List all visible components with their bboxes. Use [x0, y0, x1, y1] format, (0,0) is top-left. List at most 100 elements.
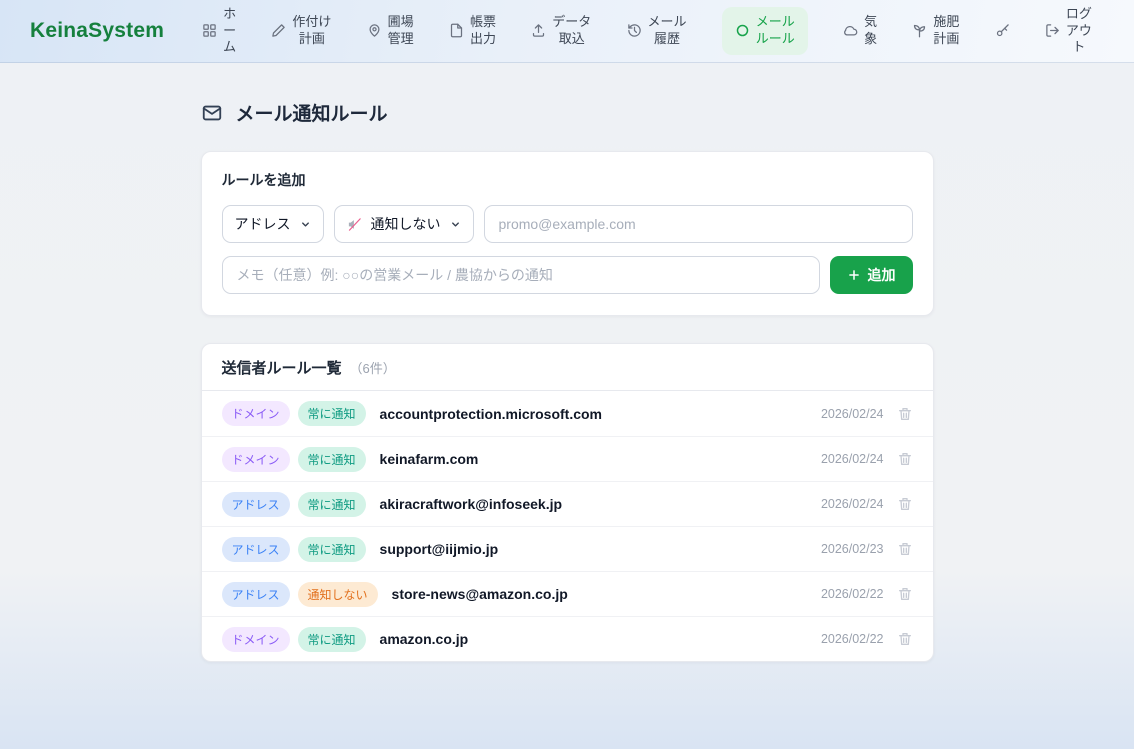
main-nav: ホ ー ム 作付け 計画 圃場 管理 帳票 出力 データ 取込: [202, 6, 1092, 57]
nav-item-label: メール 履歴: [648, 14, 687, 48]
rule-date: 2026/02/24: [821, 497, 884, 511]
nav-item-label: 気 象: [864, 14, 877, 48]
trash-icon: [897, 406, 913, 422]
delete-rule-button[interactable]: [897, 631, 913, 647]
add-rule-heading: ルールを追加: [222, 170, 913, 190]
envelope-icon: [201, 102, 223, 124]
brand-logo: KeinaSystem: [30, 19, 164, 43]
nav-item-mail-history[interactable]: メール 履歴: [627, 14, 687, 48]
rule-row: アドレス 通知しない store-news@amazon.co.jp 2026/…: [202, 571, 933, 616]
trash-icon: [897, 586, 913, 602]
sender-rules-card: 送信者ルール一覧 （6件） ドメイン 常に通知 accountprotectio…: [201, 343, 934, 662]
rule-date: 2026/02/22: [821, 632, 884, 646]
rule-type-badge: ドメイン: [222, 627, 290, 652]
nav-item-planting-plan[interactable]: 作付け 計画: [271, 14, 331, 48]
rule-action-badge: 常に通知: [298, 537, 366, 562]
plus-icon: [847, 268, 861, 282]
delete-rule-button[interactable]: [897, 406, 913, 422]
chevron-down-icon: [300, 219, 311, 230]
rule-row: ドメイン 常に通知 keinafarm.com 2026/02/24: [202, 436, 933, 481]
rule-type-badge: アドレス: [222, 537, 290, 562]
top-navigation-bar: KeinaSystem ホ ー ム 作付け 計画 圃場 管理 帳票 出力: [0, 0, 1134, 63]
trash-icon: [897, 451, 913, 467]
rule-action-select[interactable]: 通知しない: [334, 205, 474, 243]
rule-date: 2026/02/23: [821, 542, 884, 556]
add-rule-button[interactable]: 追加: [830, 256, 913, 294]
rule-row: アドレス 常に通知 akiracraftwork@infoseek.jp 202…: [202, 481, 933, 526]
pencil-icon: [271, 23, 286, 38]
nav-item-data-import[interactable]: データ 取込: [531, 14, 591, 48]
delete-rule-button[interactable]: [897, 541, 913, 557]
nav-item-label: ホ ー ム: [223, 6, 236, 57]
rule-row: ドメイン 常に通知 amazon.co.jp 2026/02/22: [202, 616, 933, 661]
grid-icon: [202, 23, 217, 38]
chevron-down-icon: [450, 219, 461, 230]
nav-item-label: 圃場 管理: [388, 14, 414, 48]
rule-pattern: akiracraftwork@infoseek.jp: [380, 496, 563, 512]
page-header: メール通知ルール: [201, 99, 934, 126]
rule-type-badge: アドレス: [222, 492, 290, 517]
add-rule-button-label: 追加: [868, 265, 896, 285]
nav-item-label: 帳票 出力: [470, 14, 496, 48]
nav-item-label: メール ルール: [756, 14, 795, 48]
sprout-icon: [912, 23, 927, 38]
trash-icon: [897, 631, 913, 647]
rule-type-select-value: アドレス: [235, 214, 291, 234]
nav-item-home[interactable]: ホ ー ム: [202, 6, 236, 57]
sender-rules-count: （6件）: [350, 358, 396, 377]
cloud-icon: [843, 23, 858, 38]
rule-action-select-value: 通知しない: [371, 214, 441, 234]
nav-item-label: 施肥 計画: [933, 14, 959, 48]
history-icon: [627, 23, 642, 38]
rule-action-badge: 常に通知: [298, 627, 366, 652]
upload-icon: [531, 23, 546, 38]
email-pattern-input[interactable]: [484, 205, 913, 243]
rule-date: 2026/02/22: [821, 587, 884, 601]
rule-date: 2026/02/24: [821, 407, 884, 421]
sender-rules-header: 送信者ルール一覧 （6件）: [202, 344, 933, 391]
memo-input[interactable]: [222, 256, 820, 294]
delete-rule-button[interactable]: [897, 496, 913, 512]
rule-pattern: store-news@amazon.co.jp: [392, 586, 568, 602]
nav-item-label: データ 取込: [552, 14, 591, 48]
trash-icon: [897, 496, 913, 512]
nav-item-fertilizer-plan[interactable]: 施肥 計画: [912, 14, 959, 48]
nav-item-field-manage[interactable]: 圃場 管理: [367, 14, 414, 48]
rule-pattern: support@iijmio.jp: [380, 541, 499, 557]
nav-item-logout[interactable]: ログ アウ ト: [1045, 6, 1092, 57]
document-icon: [449, 23, 464, 38]
nav-item-label: 作付け 計画: [292, 14, 331, 48]
trash-icon: [897, 541, 913, 557]
rule-action-badge: 常に通知: [298, 492, 366, 517]
rule-type-badge: ドメイン: [222, 447, 290, 472]
add-rule-row-1: アドレス 通知しない: [222, 205, 913, 243]
nav-item-weather[interactable]: 気 象: [843, 14, 877, 48]
nav-item-mail-rules[interactable]: メール ルール: [722, 7, 808, 55]
rule-row: アドレス 常に通知 support@iijmio.jp 2026/02/23: [202, 526, 933, 571]
key-icon: [995, 23, 1010, 38]
rule-pattern: accountprotection.microsoft.com: [380, 406, 602, 422]
rule-type-select[interactable]: アドレス: [222, 205, 324, 243]
nav-item-label: ログ アウ ト: [1066, 6, 1092, 57]
sender-rules-title: 送信者ルール一覧: [222, 357, 342, 378]
bell-off-icon: [347, 217, 362, 232]
rule-row: ドメイン 常に通知 accountprotection.microsoft.co…: [202, 391, 933, 436]
rule-action-badge: 通知しない: [298, 582, 378, 607]
rule-pattern: keinafarm.com: [380, 451, 479, 467]
delete-rule-button[interactable]: [897, 586, 913, 602]
rule-action-badge: 常に通知: [298, 401, 366, 426]
main-content: メール通知ルール ルールを追加 アドレス 通知しない: [201, 99, 934, 662]
nav-item-report-output[interactable]: 帳票 出力: [449, 14, 496, 48]
logout-icon: [1045, 23, 1060, 38]
page-title: メール通知ルール: [236, 99, 388, 126]
rule-action-badge: 常に通知: [298, 447, 366, 472]
rule-type-badge: アドレス: [222, 582, 290, 607]
nav-item-password[interactable]: [995, 23, 1010, 38]
rule-pattern: amazon.co.jp: [380, 631, 469, 647]
delete-rule-button[interactable]: [897, 451, 913, 467]
rule-type-badge: ドメイン: [222, 401, 290, 426]
map-pin-icon: [367, 23, 382, 38]
add-rule-card: ルールを追加 アドレス 通知しない: [201, 151, 934, 316]
rule-date: 2026/02/24: [821, 452, 884, 466]
add-rule-row-2: 追加: [222, 256, 913, 294]
